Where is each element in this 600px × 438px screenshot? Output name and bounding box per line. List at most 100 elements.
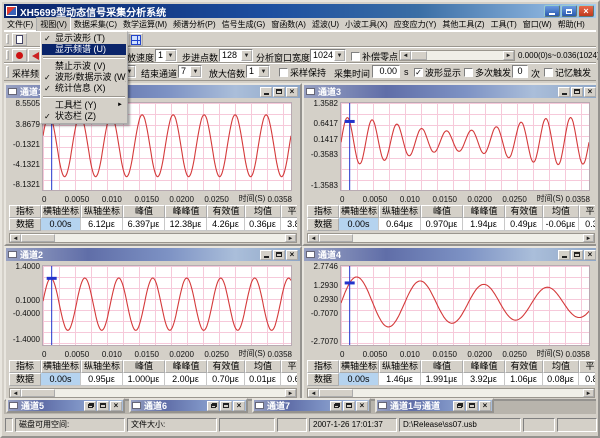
scroll-right-icon[interactable]: ► bbox=[285, 389, 296, 397]
maximize-button[interactable] bbox=[343, 401, 355, 411]
channel-maximize-button[interactable] bbox=[571, 250, 583, 260]
channel-maximize-button[interactable] bbox=[273, 250, 285, 260]
minimized-window[interactable]: 通道7× bbox=[252, 398, 371, 413]
scrollbar-thumb[interactable] bbox=[21, 234, 55, 242]
stats-column-header[interactable]: 峰峰值 bbox=[165, 205, 207, 218]
stats-column-header[interactable]: 横轴坐标 bbox=[339, 360, 379, 373]
scroll-left-icon[interactable]: ◄ bbox=[10, 234, 21, 242]
channel-title-bar[interactable]: 通道3× bbox=[304, 85, 596, 98]
scroll-left-icon[interactable]: ◄ bbox=[10, 389, 21, 397]
gain-select[interactable]: 1▼ bbox=[246, 65, 270, 78]
stats-column-header[interactable]: 峰峰值 bbox=[165, 360, 207, 373]
scrollbar-track[interactable] bbox=[319, 389, 583, 397]
channel-close-button[interactable]: × bbox=[286, 250, 298, 260]
stats-column-header[interactable]: 峰峰值 bbox=[463, 205, 505, 218]
scroll-right-icon[interactable]: ► bbox=[503, 51, 514, 60]
stats-column-header[interactable]: 均值 bbox=[245, 360, 281, 373]
channel-window-3[interactable]: 通道3×1.35820.64170.1417-0.3583-1.358300.0… bbox=[302, 83, 596, 246]
stats-column-header[interactable]: 纵轴坐标 bbox=[379, 205, 421, 218]
waveform-plot[interactable] bbox=[42, 265, 292, 346]
multi-trigger-count-input[interactable]: 0 bbox=[512, 65, 528, 78]
menu-item-1[interactable]: 文件(F) bbox=[4, 18, 36, 31]
stats-column-header[interactable]: 有效值 bbox=[207, 205, 245, 218]
tile-windows-button[interactable] bbox=[128, 33, 143, 46]
wave-display-checkbox[interactable]: ✓ 波形显示 bbox=[414, 66, 461, 79]
new-acquisition-button[interactable] bbox=[12, 33, 27, 46]
minimized-window[interactable]: 通道6× bbox=[129, 398, 248, 413]
maximize-button[interactable] bbox=[220, 401, 232, 411]
minimize-button[interactable] bbox=[544, 5, 560, 17]
channel-minimize-button[interactable] bbox=[558, 250, 570, 260]
menu-item-11[interactable]: 其他工具(Z) bbox=[439, 18, 487, 31]
acq-time-input[interactable]: 0.00 bbox=[372, 65, 400, 78]
toolbar-grip[interactable] bbox=[6, 50, 9, 60]
checkbox-checked-icon[interactable]: ✓ bbox=[414, 68, 423, 77]
table-scrollbar[interactable]: ◄► bbox=[307, 233, 595, 243]
table-scrollbar[interactable]: ◄► bbox=[307, 388, 595, 398]
minimized-window[interactable]: 通道5× bbox=[6, 398, 125, 413]
channel-maximize-button[interactable] bbox=[273, 87, 285, 97]
channel-close-button[interactable]: × bbox=[584, 87, 596, 97]
menu-item-8[interactable]: 滤波(U) bbox=[309, 18, 342, 31]
multi-trigger-checkbox[interactable]: 多次触发 bbox=[464, 66, 511, 79]
stats-column-header[interactable]: 平均值 bbox=[281, 360, 297, 373]
stats-column-header[interactable]: 峰值 bbox=[421, 360, 463, 373]
stats-column-header[interactable]: 横轴坐标 bbox=[41, 360, 81, 373]
toolbar-grip[interactable] bbox=[6, 66, 9, 78]
cursor-marker[interactable] bbox=[345, 120, 355, 123]
channel-title-bar[interactable]: 通道2× bbox=[6, 248, 300, 261]
waveform-plot[interactable] bbox=[340, 265, 590, 346]
restore-button[interactable] bbox=[84, 401, 96, 411]
stats-column-header[interactable]: 纵轴坐标 bbox=[379, 360, 421, 373]
view-menu-item[interactable]: 禁止示波 (V) bbox=[42, 61, 126, 72]
scroll-left-icon[interactable]: ◄ bbox=[400, 51, 411, 60]
view-menu-item[interactable]: ✓显示波形 (T) bbox=[42, 33, 126, 44]
restore-button[interactable] bbox=[561, 5, 577, 17]
zero-compensation-checkbox[interactable]: 补偿零点 bbox=[351, 50, 398, 63]
menu-item-7[interactable]: 窗函数(A) bbox=[268, 18, 309, 31]
chevron-down-icon[interactable]: ▼ bbox=[165, 50, 176, 61]
cursor-marker[interactable] bbox=[47, 277, 57, 280]
view-menu-item[interactable]: 显示频谱 (U) bbox=[42, 44, 126, 55]
row-header-button[interactable]: 数据 bbox=[307, 373, 339, 386]
stats-column-header[interactable]: 纵轴坐标 bbox=[81, 360, 123, 373]
scroll-right-icon[interactable]: ► bbox=[583, 389, 594, 397]
channel-maximize-button[interactable] bbox=[571, 87, 583, 97]
menu-item-12[interactable]: 工具(T) bbox=[488, 18, 520, 31]
close-button[interactable]: × bbox=[233, 401, 245, 411]
menu-item-2[interactable]: 视图(V) bbox=[36, 17, 71, 32]
menu-item-4[interactable]: 数学运算(M) bbox=[120, 18, 170, 31]
scroll-right-icon[interactable]: ► bbox=[285, 234, 296, 242]
view-menu-item[interactable]: 工具栏 (Y)► bbox=[42, 100, 126, 111]
row-header-button[interactable]: 数据 bbox=[9, 218, 41, 231]
stats-column-header[interactable]: 平均值 bbox=[281, 205, 297, 218]
channel-minimize-button[interactable] bbox=[260, 87, 272, 97]
stats-column-header[interactable]: 有效值 bbox=[505, 360, 543, 373]
scroll-left-icon[interactable]: ◄ bbox=[308, 389, 319, 397]
scrollbar-track[interactable] bbox=[21, 389, 285, 397]
close-button[interactable]: × bbox=[356, 401, 368, 411]
scrollbar-thumb[interactable] bbox=[319, 234, 353, 242]
menu-item-14[interactable]: 帮助(H) bbox=[555, 18, 588, 31]
waveform-plot[interactable] bbox=[340, 102, 590, 191]
stats-column-header[interactable]: 有效值 bbox=[505, 205, 543, 218]
chevron-down-icon[interactable]: ▼ bbox=[241, 50, 252, 61]
menu-item-10[interactable]: 应变应力(Y) bbox=[391, 18, 440, 31]
row-header-button[interactable]: 数据 bbox=[9, 373, 41, 386]
view-menu-item[interactable]: ✓统计信息 (X) bbox=[42, 83, 126, 94]
step-points-select[interactable]: 128▼ bbox=[219, 49, 253, 62]
checkbox-icon[interactable] bbox=[464, 68, 473, 77]
stats-column-header[interactable]: 横轴坐标 bbox=[339, 205, 379, 218]
checkbox-icon[interactable] bbox=[544, 68, 553, 77]
scrollbar-thumb[interactable] bbox=[319, 389, 353, 397]
channel-window-2[interactable]: 通道2×1.40000.1000-0.4000-1.400000.00500.0… bbox=[4, 246, 302, 401]
scrollbar-thumb[interactable] bbox=[411, 51, 427, 60]
stats-column-header[interactable]: 峰峰值 bbox=[463, 360, 505, 373]
stats-column-header[interactable]: 峰值 bbox=[123, 205, 165, 218]
stats-column-header[interactable]: 指标 bbox=[307, 360, 339, 373]
scrollbar-track[interactable] bbox=[319, 234, 583, 242]
stats-column-header[interactable]: 纵轴坐标 bbox=[81, 205, 123, 218]
channel-close-button[interactable]: × bbox=[286, 87, 298, 97]
checkbox-icon[interactable] bbox=[279, 68, 288, 77]
stats-column-header[interactable]: 平均值 bbox=[579, 360, 595, 373]
